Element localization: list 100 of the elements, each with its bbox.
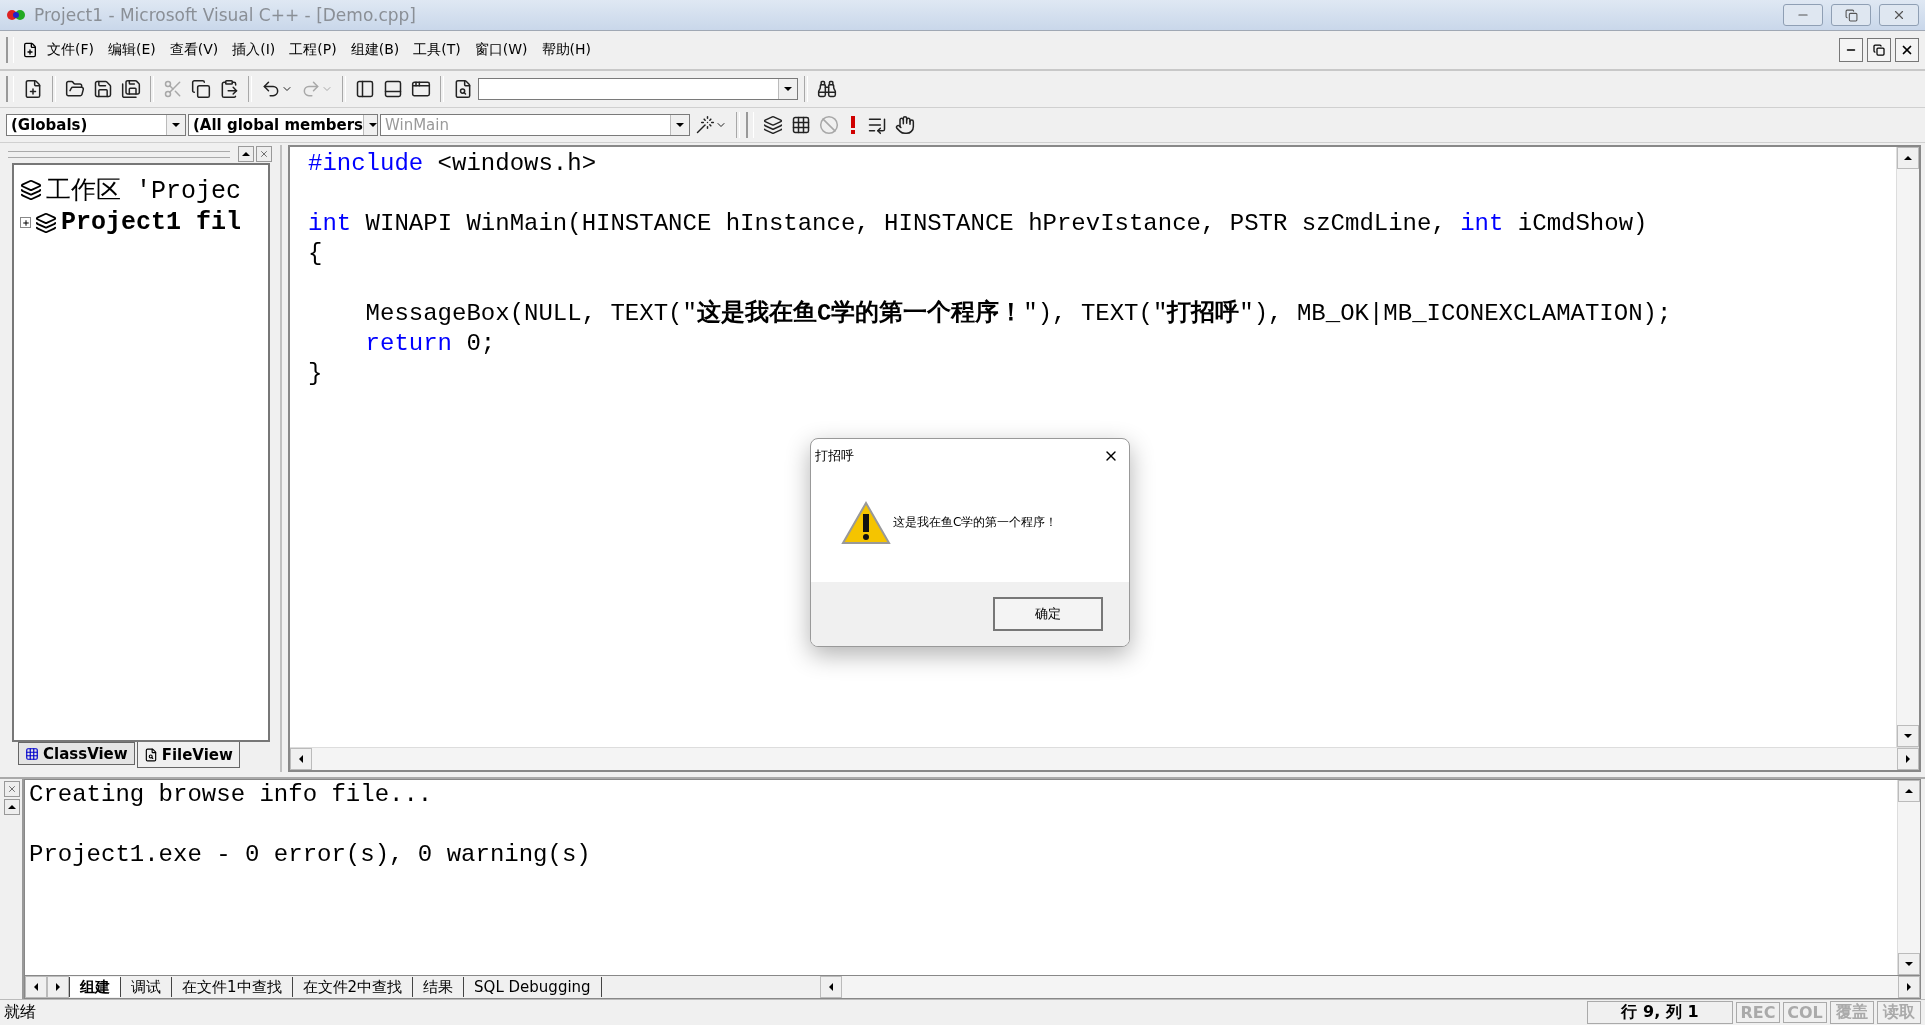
close-icon [1892, 8, 1906, 22]
restore-icon [1873, 44, 1885, 56]
arrow-right-icon [1905, 983, 1913, 991]
menu-item[interactable]: 编辑(E) [103, 38, 161, 62]
project-icon [35, 211, 57, 234]
scope-combo[interactable]: (Globals) [6, 114, 186, 136]
save-icon [93, 79, 113, 99]
scope-combo[interactable]: (All global members [188, 114, 378, 136]
status-indicator: COL [1783, 1002, 1827, 1023]
dialog-message: 这是我在鱼C学的第一个程序！ [893, 514, 1058, 531]
status-indicator: 读取 [1877, 1001, 1921, 1024]
arrow-left-icon [32, 983, 40, 991]
redo-icon [301, 79, 321, 99]
arrow-left-icon [827, 983, 835, 991]
new-file-icon [23, 79, 43, 99]
window-title: Project1 - Microsoft Visual C++ - [Demo.cpp] [34, 5, 417, 25]
arrow-right-icon [54, 983, 62, 991]
tab-scroll-right[interactable] [47, 976, 69, 998]
class-icon [25, 746, 39, 761]
code-line: } [308, 359, 324, 389]
maximize-button[interactable] [238, 146, 254, 162]
arrow-down-icon [1904, 732, 1912, 740]
code-line: return 0; [364, 329, 497, 359]
menu-item[interactable]: 文件(F) [42, 38, 99, 62]
arrow-up-icon [242, 150, 250, 158]
menu-item[interactable]: 窗口(W) [469, 38, 533, 62]
paste-icon [219, 79, 239, 99]
ok-button[interactable]: 确定 [993, 597, 1103, 631]
project-icon [20, 178, 42, 201]
close-icon [1900, 43, 1914, 57]
toolbar-grip[interactable] [6, 37, 14, 63]
arrow-down-icon [369, 121, 377, 129]
find-combo[interactable] [478, 78, 798, 100]
close-icon [7, 784, 17, 794]
copy-icon [191, 79, 211, 99]
panel-grip[interactable] [8, 150, 230, 158]
arrow-right-icon [1904, 755, 1912, 763]
arrow-up-icon [1904, 154, 1912, 162]
tree-item[interactable]: Project1 fil [61, 208, 242, 237]
tree-item[interactable]: 工作区 'Projec [46, 173, 242, 206]
view-tab[interactable]: FileView [136, 742, 240, 768]
maximize-button[interactable] [4, 799, 20, 815]
restore-button[interactable] [1831, 4, 1871, 26]
warning-icon [841, 500, 891, 545]
expand-toggle[interactable] [20, 217, 31, 228]
menu-item[interactable]: 帮助(H) [536, 38, 596, 62]
code-line: int WINAPI WinMain(HINSTANCE hInstance, HINSTANCE hPrevIstance, PSTR szCmdLine, int iCmdShow) [308, 209, 1649, 239]
arrow-up-icon [8, 803, 16, 811]
status-indicator: REC [1736, 1002, 1780, 1023]
restore-icon [1844, 8, 1858, 22]
wand-icon [695, 115, 715, 135]
menu-item[interactable]: 工具(T) [408, 38, 466, 62]
window-icon [411, 79, 431, 99]
vertical-scrollbar[interactable] [1896, 147, 1919, 747]
restore-button[interactable] [1867, 38, 1891, 62]
panel-icon [355, 79, 375, 99]
minimize-button[interactable] [1839, 38, 1863, 62]
menu-item[interactable]: 查看(V) [164, 38, 224, 62]
output-line: Creating browse info file... [29, 780, 434, 810]
file-search-icon [453, 79, 473, 99]
cursor-position: 行 9, 列 1 [1587, 1001, 1733, 1024]
arrow-down-icon [1905, 960, 1913, 968]
undo-icon [261, 79, 281, 99]
stack-icon [763, 115, 783, 135]
status-message: 就绪 [4, 1002, 37, 1023]
horizontal-scrollbar[interactable] [820, 976, 1920, 998]
close-icon [259, 149, 269, 159]
app-logo-icon [6, 8, 26, 22]
status-indicator: 覆盖 [1830, 1001, 1874, 1024]
stop-icon [819, 115, 839, 135]
horizontal-scrollbar[interactable] [290, 747, 1919, 770]
binoculars-icon [817, 79, 837, 99]
view-tab[interactable]: ClassView [18, 742, 135, 765]
arrow-down-icon [676, 121, 684, 129]
grid-icon [791, 115, 811, 135]
code-line: #include <windows.h> [308, 149, 598, 179]
toolbar-grip[interactable] [6, 76, 14, 102]
arrow-down-icon [172, 121, 180, 129]
vertical-scrollbar[interactable] [1897, 780, 1920, 975]
tab-scroll-left[interactable] [25, 976, 47, 998]
document-icon [22, 42, 38, 58]
menu-item[interactable]: 工程(P) [284, 38, 342, 62]
hand-icon [895, 115, 915, 135]
arrow-up-icon [1905, 787, 1913, 795]
file-icon [143, 747, 158, 762]
code-line: { [308, 239, 324, 269]
output-tab[interactable]: 组建 [69, 977, 121, 997]
save-all-icon [121, 79, 141, 99]
dialog-title: 打招呼 [815, 447, 854, 465]
folder-icon [65, 79, 85, 99]
arrow-down-icon [784, 85, 792, 93]
toolbar-grip[interactable] [746, 112, 754, 138]
list-icon [867, 115, 887, 135]
menu-item[interactable]: 插入(I) [227, 38, 281, 62]
close-button[interactable] [1895, 38, 1919, 62]
arrow-left-icon [297, 755, 305, 763]
output-line: Project1.exe - 0 error(s), 0 warning(s) [29, 840, 592, 870]
menu-item[interactable]: 组建(B) [345, 38, 405, 62]
output-panel-icon [383, 79, 403, 99]
code-line: MessageBox(NULL, TEXT("这是我在鱼C学的第一个程序！"), TEXT("打招呼"), MB_OK|MB_ICONEXCLAMATION); [364, 299, 1673, 329]
